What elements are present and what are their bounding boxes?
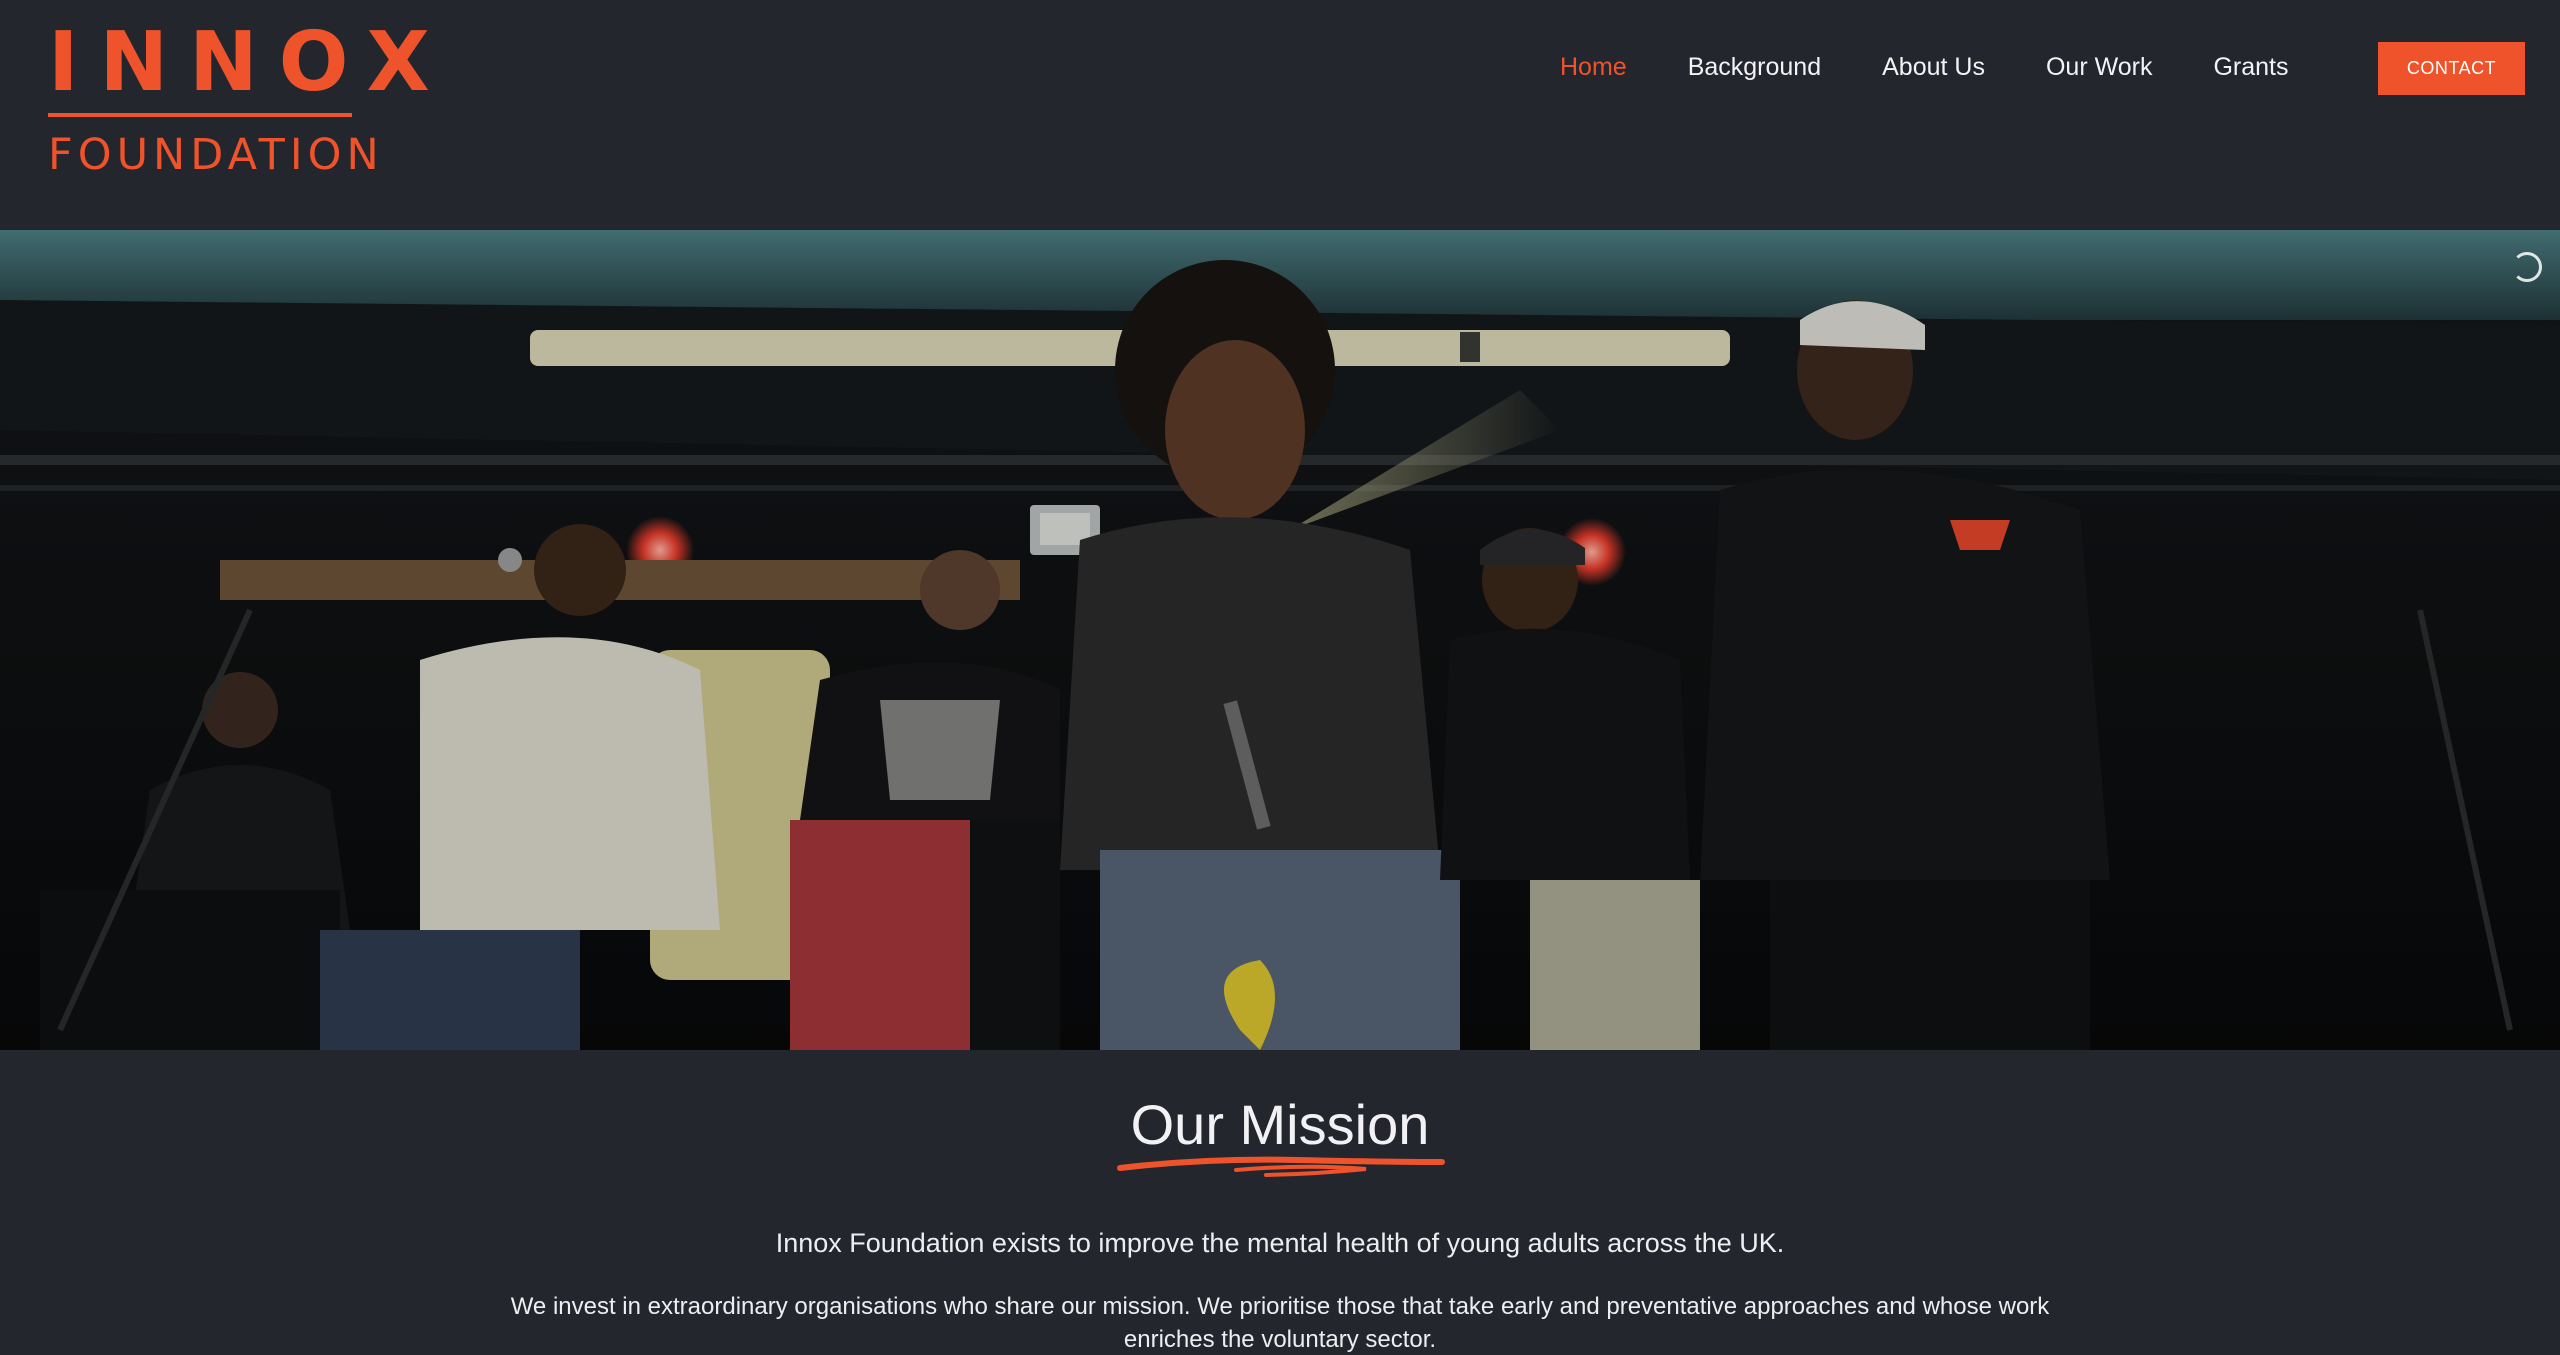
mission-section: Our Mission Innox Foundation exists to i… [0,1050,2560,1355]
innox-foundation-logo[interactable]: INNOX FOUNDATION [48,22,430,178]
hero-photo-illustration [0,230,2560,1050]
mission-heading: Our Mission [1130,1093,1430,1156]
logo-wordmark-innox: INNOX [48,15,451,110]
brush-underline-icon [1117,1156,1445,1177]
hero-image [0,230,2560,1050]
loading-spinner-icon [2512,252,2542,282]
nav-item-home[interactable]: Home [1560,53,1627,82]
contact-button[interactable]: CONTACT [2378,42,2525,95]
nav-item-background[interactable]: Background [1688,53,1821,82]
mission-lead-text: Innox Foundation exists to improve the m… [775,1228,1785,1258]
nav-item-our-work[interactable]: Our Work [2046,53,2153,82]
logo-divider [48,113,352,117]
logo-wordmark-foundation: FOUNDATION [48,130,384,180]
mission-body-text: We invest in extraordinary organisations… [510,1293,2050,1353]
site-header: INNOX FOUNDATION Home Background About U… [0,0,2560,230]
nav-item-grants[interactable]: Grants [2213,53,2288,82]
nav-item-about-us[interactable]: About Us [1882,53,1985,82]
main-navigation: Home Background About Us Our Work Grants [1560,46,2350,88]
